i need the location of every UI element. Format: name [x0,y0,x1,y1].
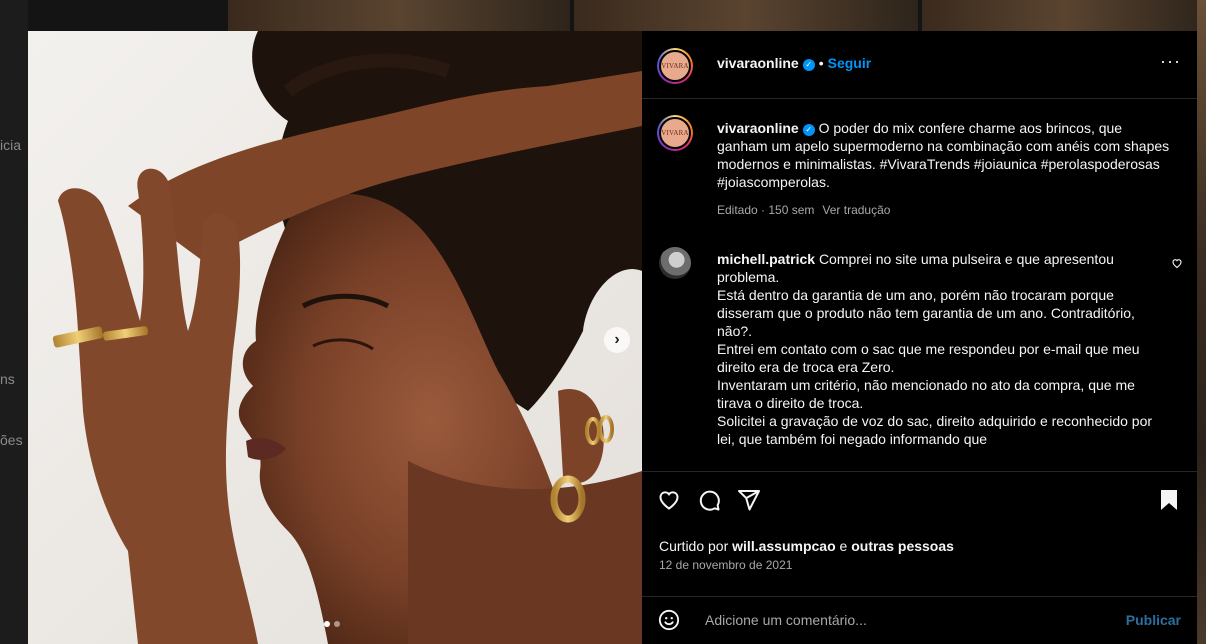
post-actions: Curtido por will.assumpcao e outras pess… [642,471,1197,644]
liked-by-prefix: Curtido por [659,538,729,554]
comment-input[interactable]: Adicione um comentário... [705,612,1085,628]
post-modal: › VIVARA vivaraonline ✓ • Seguir ··· VIVARA… [28,31,1197,644]
post-date: 12 de novembro de 2021 [659,558,793,572]
share-icon[interactable] [737,488,761,517]
emoji-icon[interactable] [658,609,680,636]
caption: vivaraonline ✓ O poder do mix confere cha… [717,119,1172,217]
follow-button[interactable]: Seguir [828,55,872,71]
author-avatar-logo: VIVARA [659,50,691,82]
post-photo [28,31,642,644]
background-grid-photo [574,0,918,31]
comment-like-icon[interactable] [1171,257,1183,272]
publish-button[interactable]: Publicar [1126,612,1181,628]
post-image[interactable]: › [28,31,642,644]
background-nav-text: icia [0,137,22,153]
background-grid-photo [922,0,1206,31]
liked-by-others-link[interactable]: outras pessoas [851,538,954,554]
comments-section[interactable]: VIVARA vivaraonline ✓ O poder do mix conf… [642,99,1197,471]
like-icon[interactable] [657,488,681,517]
more-options-icon[interactable]: ··· [1160,51,1181,72]
carousel-next-button[interactable]: › [604,327,630,353]
comment-line: Inventaram um critério, não mencionado n… [717,377,1135,411]
likes-summary: Curtido por will.assumpcao e outras pess… [659,538,954,554]
post-header: VIVARA vivaraonline ✓ • Seguir ··· [642,31,1197,99]
post-side-panel: VIVARA vivaraonline ✓ • Seguir ··· VIVARA v… [642,31,1197,644]
comment-item: michell.patrick Comprei no site uma puls… [717,250,1157,448]
author-username[interactable]: vivaraonline [717,55,799,71]
background-nav-text: ões [0,432,23,448]
caption-timestamp: Editado · 150 sem [717,203,815,217]
background-grid-photo [1197,0,1206,644]
carousel-dot-active [324,621,330,627]
commenter-avatar[interactable] [659,247,691,279]
carousel-dot [334,621,340,627]
comment-icon[interactable] [697,488,721,517]
carousel-indicator [324,621,340,627]
verified-badge-icon: ✓ [802,124,815,136]
save-bookmark-icon[interactable] [1157,488,1181,517]
comment-line: Entrei em contato com o sac que me respo… [717,341,1140,375]
liked-by-conjunction: e [839,538,848,554]
background-sidebar [0,0,28,644]
comment-line: Está dentro da garantia de um ano, porém… [717,287,1135,339]
separator-dot: • [818,55,824,71]
background-nav-text: ns [0,371,15,387]
caption-avatar-logo: VIVARA [659,117,691,149]
comment-line: Solicitei a gravação de voz do sac, dire… [717,413,1153,447]
translate-link[interactable]: Ver tradução [822,203,890,217]
commenter-username[interactable]: michell.patrick [717,251,815,267]
author-avatar[interactable]: VIVARA [657,48,693,84]
verified-badge-icon: ✓ [802,59,815,71]
background-grid-photo [228,0,570,31]
add-comment-bar: Adicione um comentário... Publicar [642,596,1197,644]
liked-by-user[interactable]: will.assumpcao [732,538,835,554]
caption-author-avatar[interactable]: VIVARA [657,115,693,151]
caption-username[interactable]: vivaraonline [717,120,799,136]
